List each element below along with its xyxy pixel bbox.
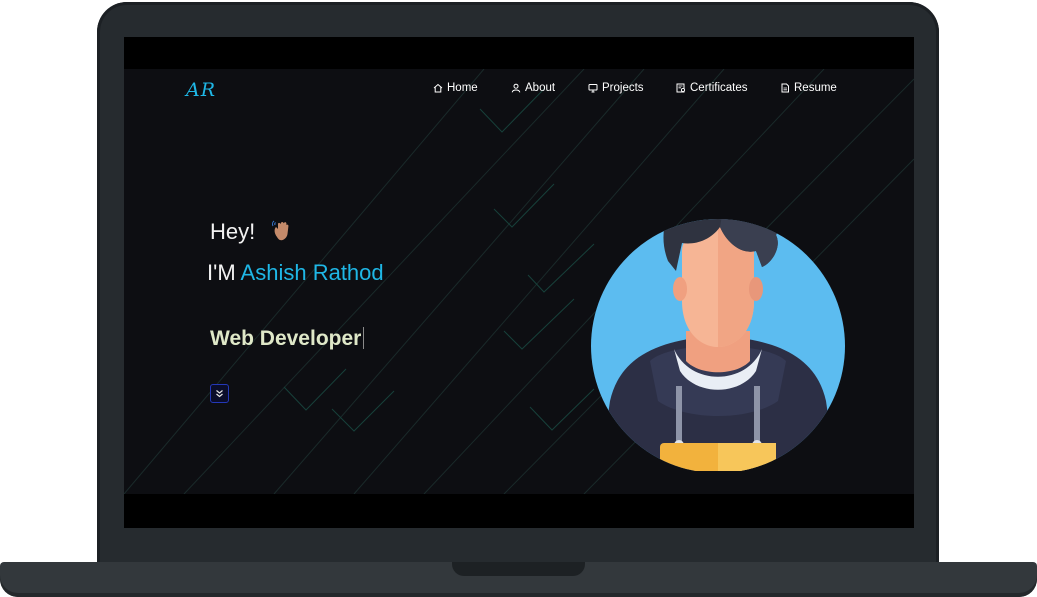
screen-bottom-bezel <box>124 494 914 528</box>
nav-home[interactable]: Home <box>433 82 478 94</box>
nav-home-label: Home <box>447 82 478 94</box>
hero-intro: I'M Ashish Rathod <box>207 260 384 286</box>
screen-top-bezel <box>124 37 914 69</box>
nav-resume-label: Resume <box>794 82 837 94</box>
waving-hand-icon <box>272 220 289 241</box>
scroll-down-button[interactable] <box>210 384 229 403</box>
hero-name: Ashish Rathod <box>240 260 384 285</box>
hero-role: Web Developer <box>210 327 365 351</box>
monitor-icon <box>588 84 598 93</box>
double-chevron-down-icon <box>216 390 223 398</box>
user-icon <box>511 83 521 93</box>
avatar <box>591 219 845 471</box>
home-icon <box>433 83 443 93</box>
laptop-notch <box>452 562 585 576</box>
laptop-screen: AR Home About Projects Certificates Resu… <box>124 37 914 528</box>
hero-role-text: Web Developer <box>210 327 362 350</box>
hero-intro-prefix: I'M <box>207 260 241 285</box>
nav-projects-label: Projects <box>602 82 644 94</box>
nav-about-label: About <box>525 82 556 94</box>
portfolio-site: AR Home About Projects Certificates Resu… <box>124 69 914 494</box>
site-logo[interactable]: AR <box>186 79 216 101</box>
nav-about[interactable]: About <box>511 82 555 94</box>
nav-projects[interactable]: Projects <box>588 82 644 94</box>
hero-greeting: Hey! <box>210 219 256 244</box>
certificate-icon <box>676 83 686 93</box>
nav-certificates-label: Certificates <box>690 82 748 94</box>
document-icon <box>781 83 789 93</box>
nav-certificates[interactable]: Certificates <box>676 82 748 94</box>
nav-resume[interactable]: Resume <box>780 82 837 94</box>
typing-cursor <box>363 327 365 349</box>
